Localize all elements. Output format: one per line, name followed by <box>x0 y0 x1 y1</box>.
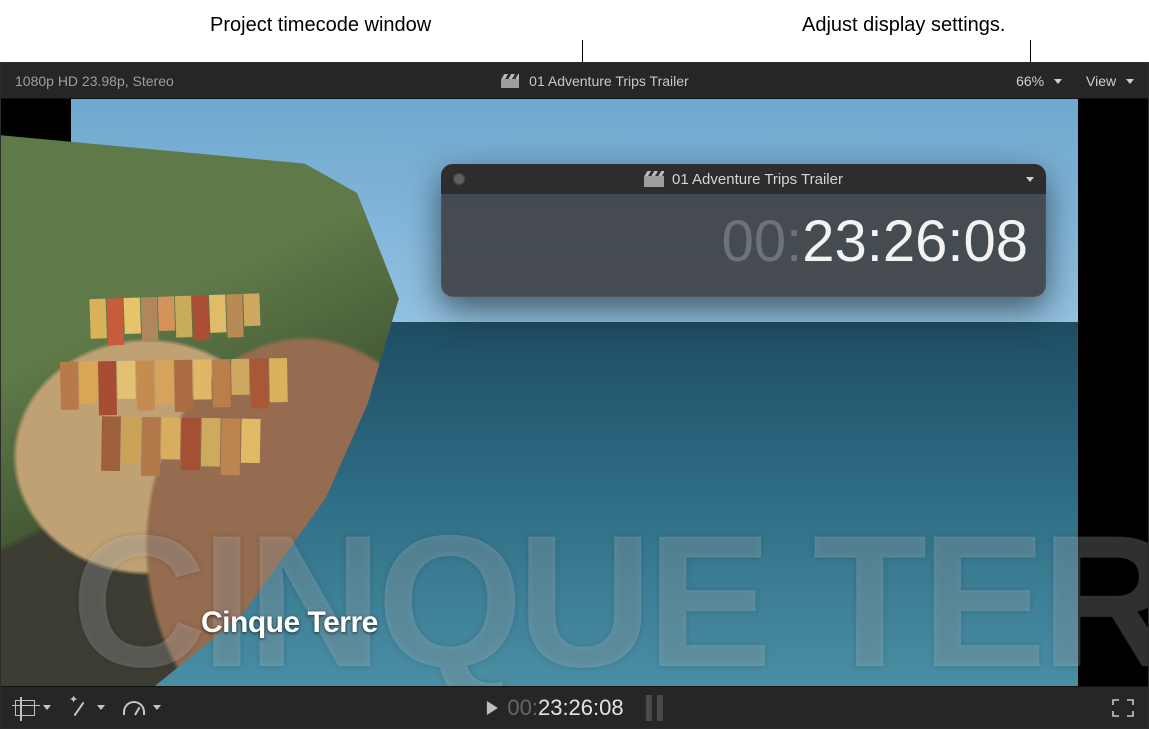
timecode-main: 23:26:08 <box>802 208 1028 275</box>
format-spec: 1080p HD 23.98p, Stereo <box>15 73 174 89</box>
viewer-canvas[interactable]: CINQUE TERRE Cinque Terre 01 Adventure T… <box>1 99 1148 686</box>
viewer-topbar: 1080p HD 23.98p, Stereo 01 Adventure Tri… <box>1 63 1148 99</box>
frame-buildings <box>89 293 261 346</box>
timecode-prefix: 00: <box>507 695 538 720</box>
timecode-window[interactable]: 01 Adventure Trips Trailer 00:23:26:08 <box>441 164 1046 297</box>
wand-icon <box>69 698 89 718</box>
clapperboard-icon <box>501 74 519 88</box>
crop-icon <box>15 700 35 716</box>
transform-menu[interactable] <box>15 700 51 716</box>
window-close-icon[interactable] <box>453 173 465 185</box>
zoom-value: 66% <box>1016 73 1044 89</box>
title-overlay-text: Cinque Terre <box>201 606 378 640</box>
annotation-layer: Project timecode window Adjust display s… <box>0 0 1149 62</box>
enhance-menu[interactable] <box>69 698 105 718</box>
zoom-menu[interactable]: 66% <box>1016 73 1062 89</box>
frame-buildings <box>101 416 261 478</box>
chevron-down-icon <box>43 705 51 710</box>
chevron-down-icon <box>1054 79 1062 84</box>
chevron-down-icon <box>97 705 105 710</box>
annotation-settings-label: Adjust display settings. <box>802 14 1005 37</box>
transport-center: 00:23:26:08 <box>486 695 662 721</box>
timecode-main: 23:26:08 <box>538 695 624 720</box>
timecode-display[interactable]: 00:23:26:08 <box>441 194 1046 297</box>
project-title: 01 Adventure Trips Trailer <box>529 73 689 89</box>
chevron-down-icon <box>1126 79 1134 84</box>
timecode-prefix: 00: <box>722 208 803 275</box>
title-background-text: CINQUE TERRE <box>71 524 1078 678</box>
annotation-timecode-label: Project timecode window <box>210 14 431 37</box>
play-button[interactable] <box>486 701 497 715</box>
chevron-down-icon <box>153 705 161 710</box>
transport-timecode[interactable]: 00:23:26:08 <box>507 695 623 721</box>
fullscreen-button[interactable] <box>1112 699 1134 717</box>
timecode-window-title: 01 Adventure Trips Trailer <box>672 171 843 188</box>
view-menu[interactable]: View <box>1086 73 1134 89</box>
view-menu-label: View <box>1086 73 1116 89</box>
project-title-wrap[interactable]: 01 Adventure Trips Trailer <box>174 73 1016 89</box>
frame-buildings <box>60 358 288 416</box>
retime-menu[interactable] <box>123 701 161 715</box>
audio-meter-icon <box>646 695 663 721</box>
retime-gauge-icon <box>123 701 145 715</box>
clapperboard-icon <box>644 171 664 187</box>
viewer-bottombar: 00:23:26:08 <box>1 686 1148 728</box>
timecode-window-titlebar[interactable]: 01 Adventure Trips Trailer <box>441 164 1046 194</box>
viewer-panel: 1080p HD 23.98p, Stereo 01 Adventure Tri… <box>0 62 1149 729</box>
timecode-settings-menu[interactable] <box>1026 177 1034 182</box>
